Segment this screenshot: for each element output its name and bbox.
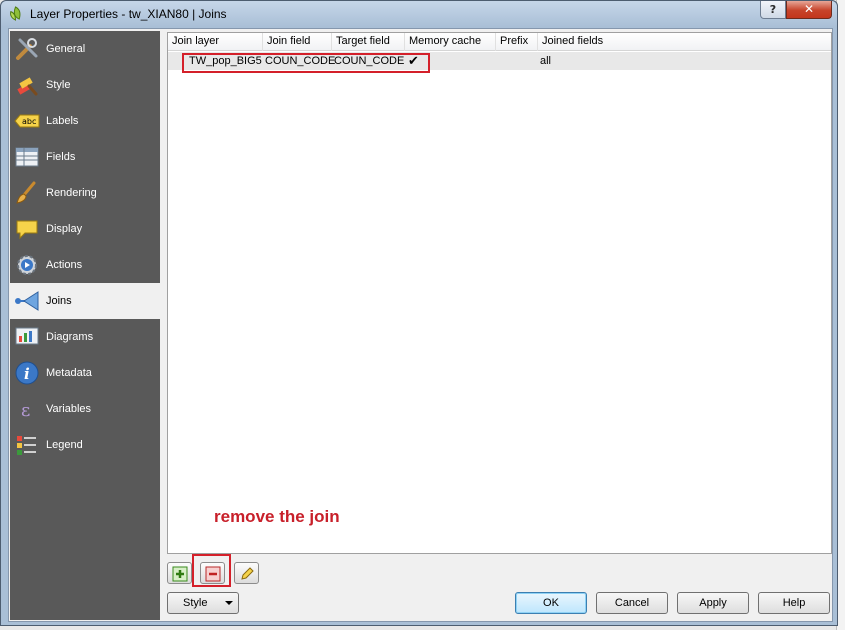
sidebar-item-fields[interactable]: Fields [10, 139, 160, 175]
legend-icon [17, 436, 36, 455]
column-header-join-field[interactable]: Join field [263, 33, 332, 51]
labels-abc-icon: abc [14, 114, 40, 128]
style-button-label: Style [183, 597, 208, 609]
sidebar-item-display[interactable]: Display [10, 211, 160, 247]
actions-gear-icon [17, 255, 37, 275]
variables-epsilon-icon: ε [21, 400, 30, 421]
column-header-target-field[interactable]: Target field [332, 33, 405, 51]
column-header-join-layer[interactable]: Join layer [168, 33, 263, 51]
sidebar-item-diagrams[interactable]: Diagrams [10, 319, 160, 355]
fields-table-icon [15, 147, 39, 167]
apply-button[interactable]: Apply [677, 592, 749, 614]
edit-join-icon [241, 567, 254, 580]
add-join-icon [172, 566, 188, 582]
cell-joined-fields: all [540, 55, 552, 67]
sidebar-item-label: Variables [46, 403, 92, 415]
display-bubble-icon [16, 220, 38, 240]
metadata-info-icon: i [15, 361, 39, 385]
sidebar: General Style abc Labels Fields Renderin… [10, 31, 160, 620]
sidebar-item-label: Actions [46, 259, 83, 271]
dialog-client-area: General Style abc Labels Fields Renderin… [8, 28, 833, 622]
column-header-prefix[interactable]: Prefix [496, 33, 538, 51]
svg-text:ε: ε [21, 400, 30, 421]
sidebar-item-rendering[interactable]: Rendering [10, 175, 160, 211]
sidebar-item-label: Labels [46, 115, 79, 127]
annotation-text: remove the join [214, 507, 340, 526]
qgis-app-icon [10, 6, 21, 21]
layer-properties-dialog: Layer Properties - tw_XIAN80 | Joins ? ✕… [0, 0, 838, 626]
help-titlebar-button[interactable]: ? [760, 1, 786, 19]
svg-text:i: i [24, 365, 30, 383]
sidebar-item-style[interactable]: Style [10, 67, 160, 103]
sidebar-item-variables[interactable]: ε Variables [10, 391, 160, 427]
sidebar-item-labels[interactable]: abc Labels [10, 103, 160, 139]
edit-join-button[interactable] [234, 562, 259, 584]
sidebar-item-label: Metadata [46, 367, 92, 379]
sidebar-item-legend[interactable]: Legend [10, 427, 160, 463]
window-title: Layer Properties - tw_XIAN80 | Joins [30, 7, 227, 21]
help-button[interactable]: Help [758, 592, 830, 614]
column-header-memory-cache[interactable]: Memory cache [405, 33, 496, 51]
remove-button-highlight-box [192, 554, 231, 587]
sidebar-item-label: General [46, 43, 86, 55]
sidebar-item-general[interactable]: General [10, 31, 160, 67]
cancel-button[interactable]: Cancel [596, 592, 668, 614]
sidebar-item-label: Display [46, 223, 83, 235]
general-tools-icon [16, 38, 38, 60]
sidebar-item-label: Fields [46, 151, 76, 163]
cell-prefix [496, 52, 499, 70]
rendering-brush-icon [16, 181, 36, 204]
sidebar-item-joins[interactable]: Joins [10, 283, 160, 319]
sidebar-item-actions[interactable]: Actions [10, 247, 160, 283]
joins-table[interactable]: Join layer Join field Target field Memor… [167, 32, 832, 554]
table-header: Join layer Join field Target field Memor… [168, 33, 831, 51]
sidebar-item-label: Legend [46, 439, 83, 451]
joins-icon [15, 291, 39, 311]
sidebar-item-label: Style [46, 79, 71, 91]
style-dropdown-button[interactable]: Style [167, 592, 239, 614]
title-bar: Layer Properties - tw_XIAN80 | Joins ? ✕ [1, 1, 837, 27]
sidebar-item-label: Rendering [46, 187, 97, 199]
column-header-joined-fields[interactable]: Joined fields [538, 33, 831, 51]
chevron-down-icon [225, 601, 233, 605]
sidebar-item-label: Diagrams [46, 331, 94, 343]
add-join-button[interactable] [167, 562, 192, 584]
close-button[interactable]: ✕ [786, 1, 832, 19]
sidebar-item-metadata[interactable]: i Metadata [10, 355, 160, 391]
svg-text:abc: abc [22, 117, 36, 126]
row-highlight-box [182, 53, 430, 73]
style-brush-icon [17, 77, 38, 96]
ok-button[interactable]: OK [515, 592, 587, 614]
sidebar-item-label: Joins [46, 295, 72, 307]
diagrams-chart-icon [15, 327, 39, 345]
